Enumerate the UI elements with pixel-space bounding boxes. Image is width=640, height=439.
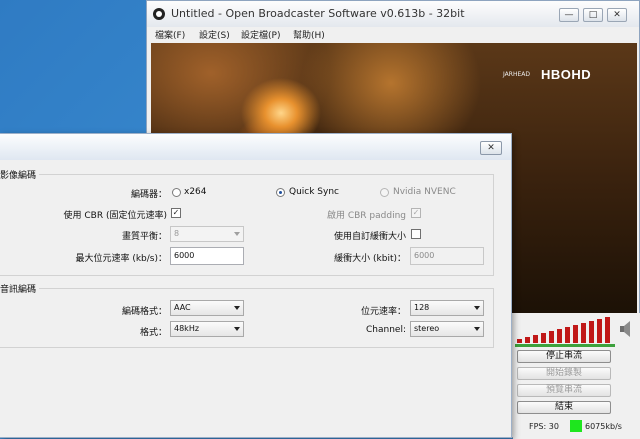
stream-health-indicator: [570, 420, 582, 432]
quality-combo[interactable]: 8: [170, 226, 244, 242]
audio-encoding-group: [0, 288, 494, 348]
video-encoding-title: 影像編碼: [0, 168, 40, 181]
audio-channel-combo[interactable]: stereo: [410, 321, 484, 337]
custom-buffer-label: 使用自訂緩衝大小: [333, 232, 406, 242]
meter-bar: [541, 333, 546, 343]
encoder-quicksync-radio[interactable]: [276, 188, 285, 197]
encoder-label: 編碼器：: [130, 190, 167, 200]
menu-settings[interactable]: 設定(S): [199, 28, 230, 41]
audio-codec-label: 編碼格式：: [121, 307, 167, 317]
max-bitrate-input[interactable]: 6000: [170, 247, 244, 265]
menu-file[interactable]: 檔案(F): [155, 28, 185, 41]
cbr-checkbox[interactable]: ✓: [171, 208, 181, 218]
buffer-size-label: 緩衝大小 (kbit)：: [334, 254, 406, 264]
close-button[interactable]: ✕: [607, 8, 627, 22]
chevron-down-icon: [474, 306, 480, 310]
meter-bar: [549, 331, 554, 343]
meter-level-indicator: [515, 344, 615, 347]
menu-bar: 檔案(F) 設定(S) 設定檔(P) 幫助(H): [147, 27, 639, 42]
cbr-padding-checkbox[interactable]: ✓: [411, 208, 421, 218]
menu-profile[interactable]: 設定檔(P): [241, 28, 280, 41]
meter-bar: [517, 339, 522, 343]
audio-encoding-title: 音訊編碼: [0, 282, 40, 295]
audio-format-value: 48kHz: [174, 324, 200, 333]
status-bar: FPS: 30 6075kb/s: [513, 417, 640, 439]
settings-dialog: ✕ 影像編碼 編碼器： x264 Quick Sync Nvidia NVENC…: [0, 133, 512, 438]
quality-label: 畫質平衡：: [121, 232, 167, 242]
dialog-title-bar[interactable]: ✕: [0, 134, 511, 160]
audio-codec-value: AAC: [174, 303, 191, 312]
meter-bar: [525, 337, 530, 343]
stop-stream-button[interactable]: 停止串流: [517, 350, 611, 363]
meter-bar: [605, 317, 610, 343]
channel-small-text: JARHEAD: [503, 71, 530, 78]
encoder-x264-label: x264: [184, 187, 207, 197]
chevron-down-icon: [234, 327, 240, 331]
chevron-down-icon: [234, 306, 240, 310]
menu-help[interactable]: 幫助(H): [293, 28, 325, 41]
meter-bar: [557, 329, 562, 343]
encoder-x264-radio[interactable]: [172, 188, 181, 197]
encoder-quicksync-label: Quick Sync: [289, 187, 340, 197]
meter-bar: [565, 327, 570, 343]
chevron-down-icon: [234, 232, 240, 236]
obs-window-title: Untitled - Open Broadcaster Software v0.…: [171, 7, 465, 20]
custom-buffer-checkbox[interactable]: [411, 229, 421, 239]
meter-bar: [573, 325, 578, 343]
chevron-down-icon: [474, 327, 480, 331]
audio-channel-value: stereo: [414, 324, 440, 333]
dialog-close-button[interactable]: ✕: [480, 141, 502, 155]
exit-button[interactable]: 結束: [517, 401, 611, 414]
maximize-button[interactable]: □: [583, 8, 603, 22]
meter-bar: [581, 323, 586, 343]
channel-logo: HBOHD: [541, 67, 592, 82]
obs-title-bar[interactable]: Untitled - Open Broadcaster Software v0.…: [147, 1, 639, 27]
bitrate-readout: 6075kb/s: [585, 422, 622, 431]
max-bitrate-label: 最大位元速率 (kb/s)：: [75, 254, 167, 264]
start-record-button[interactable]: 開始錄製: [517, 367, 611, 380]
preview-stream-button[interactable]: 預覽串流: [517, 384, 611, 397]
encoder-nvenc-radio[interactable]: [380, 188, 389, 197]
cbr-label: 使用 CBR (固定位元速率): [63, 211, 167, 221]
audio-bitrate-combo[interactable]: 128: [410, 300, 484, 316]
buffer-size-input[interactable]: 6000: [410, 247, 484, 265]
quality-value: 8: [174, 229, 180, 238]
cbr-padding-label: 啟用 CBR padding: [326, 211, 406, 221]
obs-logo-icon: [153, 8, 165, 20]
audio-format-label: 格式：: [139, 328, 167, 338]
audio-format-combo[interactable]: 48kHz: [170, 321, 244, 337]
encoder-nvenc-label: Nvidia NVENC: [393, 187, 456, 197]
audio-codec-combo[interactable]: AAC: [170, 300, 244, 316]
audio-volume-meter: [515, 317, 615, 343]
fps-readout: FPS: 30: [529, 422, 559, 431]
meter-bar: [597, 319, 602, 343]
meter-bar: [533, 335, 538, 343]
minimize-button[interactable]: —: [559, 8, 579, 22]
audio-channel-label: Channel:: [366, 325, 406, 335]
speaker-icon[interactable]: [619, 319, 633, 339]
audio-bitrate-value: 128: [414, 303, 430, 312]
audio-bitrate-label: 位元速率：: [360, 307, 406, 317]
meter-bar: [589, 321, 594, 343]
